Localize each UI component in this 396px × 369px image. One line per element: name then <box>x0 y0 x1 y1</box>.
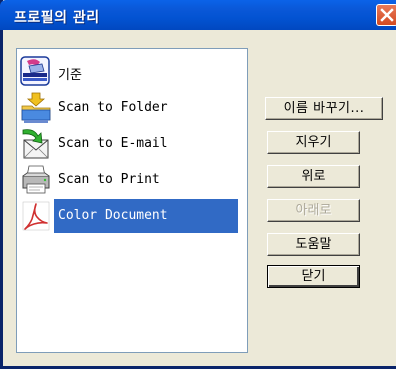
list-item-scan-to-print[interactable]: Scan to Print <box>18 163 246 197</box>
close-window-button[interactable] <box>376 4 396 26</box>
move-up-button[interactable]: 위로 <box>267 165 360 188</box>
printer-icon <box>20 164 52 196</box>
list-item-default[interactable]: 기준 <box>18 55 246 89</box>
delete-button[interactable]: 지우기 <box>267 131 360 154</box>
list-item-label: Scan to E-mail <box>58 136 168 151</box>
title-bar[interactable]: 프로필의 관리 <box>0 0 396 30</box>
list-item-label: Scan to Print <box>58 172 160 187</box>
close-icon <box>380 8 394 22</box>
email-scan-icon <box>20 128 52 160</box>
folder-scan-icon <box>20 92 52 124</box>
profile-manager-dialog: 프로필의 관리 기준 Scan to Folder Scan to E-mail… <box>0 0 396 369</box>
organizer-icon <box>20 56 52 88</box>
pdf-document-icon <box>20 200 52 232</box>
list-item-scan-to-email[interactable]: Scan to E-mail <box>18 127 246 161</box>
profile-list[interactable]: 기준 Scan to Folder Scan to E-mail Scan to… <box>16 48 248 353</box>
list-item-label: 기준 <box>58 68 82 83</box>
move-down-button[interactable]: 아래로 <box>267 199 360 222</box>
rename-button[interactable]: 이름 바꾸기... <box>265 97 383 120</box>
list-item-label: Color Document <box>58 208 168 223</box>
close-button[interactable]: 닫기 <box>267 265 360 288</box>
list-item-color-document[interactable]: Color Document <box>18 199 246 233</box>
help-button[interactable]: 도움말 <box>267 233 360 256</box>
window-title: 프로필의 관리 <box>14 10 100 26</box>
list-item-label: Scan to Folder <box>58 100 168 115</box>
list-item-scan-to-folder[interactable]: Scan to Folder <box>18 91 246 125</box>
